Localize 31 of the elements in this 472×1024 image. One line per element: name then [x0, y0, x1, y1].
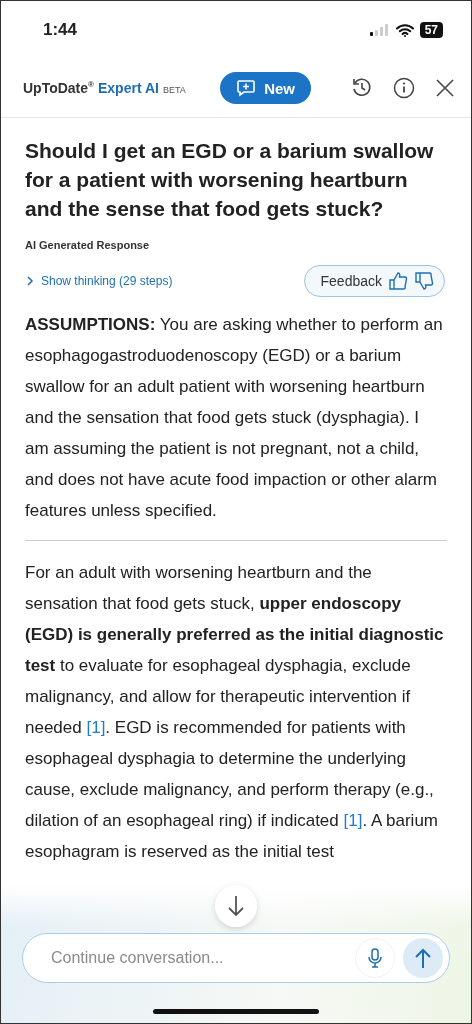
thumbs-up-icon[interactable]	[388, 271, 408, 291]
chat-plus-icon	[236, 79, 257, 97]
feedback-button[interactable]: Feedback	[303, 265, 445, 297]
scroll-down-button[interactable]	[215, 885, 257, 927]
history-icon[interactable]	[351, 77, 373, 99]
battery-indicator: 57	[419, 22, 443, 38]
send-button[interactable]	[403, 938, 443, 978]
beta-label: BETA	[162, 85, 186, 95]
down-arrow-icon	[226, 894, 246, 918]
answer-paragraph: For an adult with worsening heartburn and the sensation that food gets stuck, upper endoscopy (EGD) is generally preferred as the initial diagnostic test to evaluate for esophageal dysphagia, exclude malignancy, and allow for therapeutic intervention if needed [1]. EGD is recommended for patients with esophageal dysphagia to determine the underlying cause, exclude malignancy, and perform therapy (e.g., dilation of an esophageal ring) if indicated [1]. A barium esophagram is reserved as the initial test	[25, 562, 445, 863]
status-time: 1:44	[43, 20, 78, 40]
composer-field[interactable]: Continue conversation...	[22, 933, 450, 983]
chevron-icon	[25, 275, 35, 287]
show-thinking-link[interactable]: Show thinking (29 steps)	[25, 274, 173, 288]
assumptions-paragraph: ASSUMPTIONS: You are asking whether to perform an esophagogastroduodenoscopy (EGD) or a barium swallow for an adult patient with worsening heartburn and the sensation that food gets stuck (dysphagia). I am assuming the patient is not pregnant, not a child, and does not have acute food impaction or other alarm features unless specified.	[25, 314, 444, 522]
wifi-icon	[395, 23, 414, 37]
app-title: UpToDate$^{®}$	[23, 80, 94, 96]
citation-link[interactable]: [1]	[343, 811, 363, 830]
product-name: Expert AI	[98, 80, 159, 96]
new-chat-button[interactable]: New	[220, 72, 311, 104]
signal-icon	[369, 24, 390, 36]
info-icon[interactable]	[393, 77, 415, 99]
up-arrow-icon	[414, 947, 432, 969]
microphone-icon	[367, 947, 383, 969]
microphone-button[interactable]	[355, 938, 395, 978]
thumbs-down-icon[interactable]	[414, 271, 434, 291]
question-heading: Should I get an EGD or a barium swallow for a patient with worsening heartburn and the sense that food gets stuck?	[25, 138, 435, 222]
close-icon[interactable]	[435, 78, 455, 98]
message-field[interactable]: Continue conversation...	[49, 948, 347, 968]
citation-link[interactable]: [1]	[86, 718, 106, 737]
response-label: AI Generated Response	[25, 239, 151, 251]
